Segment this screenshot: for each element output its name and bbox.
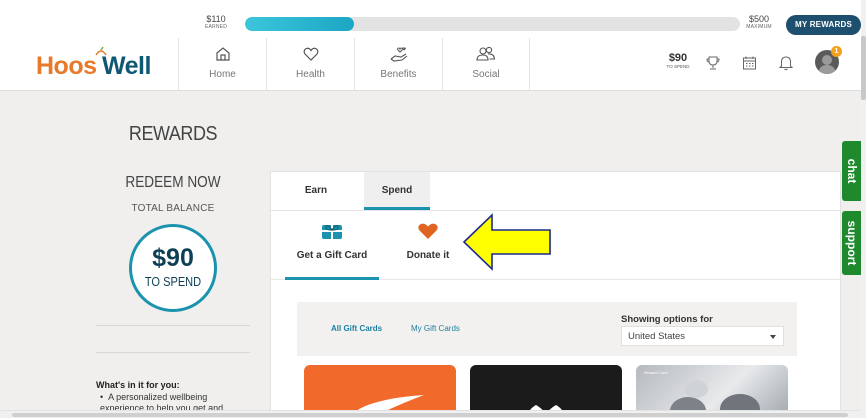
showing-options-label: Showing options for [621,314,713,325]
tab-my-gift-cards[interactable]: My Gift Cards [411,324,460,333]
total-balance-label: TOTAL BALANCE [131,203,215,214]
nav-benefits-label: Benefits [380,69,417,80]
country-select-value: United States [628,331,686,342]
chat-side-tab[interactable]: chat [842,141,862,201]
earn-spend-tabs: Earn Spend [271,172,840,211]
redeem-now-heading: REDEEM NOW [125,174,221,191]
nav-health-label: Health [296,69,325,80]
earned-value: $110 [206,14,226,24]
get-gift-card-option[interactable]: Get a Gift Card [285,222,379,280]
tab-spend[interactable]: Spend [364,172,430,210]
heart-icon [303,47,318,61]
nav-home[interactable]: Home [178,38,266,90]
divider [96,325,250,326]
nav-health[interactable]: Health [266,38,354,90]
support-side-tab[interactable]: support [842,211,862,275]
divider [96,352,250,353]
rewards-progress-fill [245,17,354,31]
balance-label: TO SPEND [144,274,202,289]
rewards-progress-bar [245,17,740,31]
annotation-arrow-icon [462,213,551,271]
gift-card-filter: All Gift Cards My Gift Cards Showing opt… [297,302,797,356]
spend-options: Get a Gift Card Donate it [271,212,840,280]
horizontal-scrollbar[interactable] [0,410,861,418]
trophy-icon[interactable] [706,55,720,71]
horizontal-scrollbar-thumb[interactable] [12,413,848,417]
vertical-scrollbar[interactable] [861,0,866,418]
top-bar: $110 EARNED $500 MAXIMUM MY REWARDS Hoos… [0,0,866,91]
earned-amount: $110 EARNED [196,15,236,30]
rewards-heading: REWARDS [128,123,218,145]
people-icon [476,46,496,61]
tab-all-gift-cards[interactable]: All Gift Cards [331,324,382,333]
donate-option[interactable]: Donate it [397,222,459,261]
gift-card-icon [322,224,342,239]
reward-card-tag: Reward Card [644,370,668,375]
heart-icon [418,223,438,239]
chevron-down-icon [770,335,776,339]
hooswell-logo[interactable]: Hoos Well [36,44,166,84]
calendar-icon[interactable] [742,55,757,71]
my-rewards-button[interactable]: MY REWARDS [786,15,861,35]
logo-text-hoos: Hoos [36,52,97,80]
spend-chip-amount: $90 [668,52,688,64]
bell-icon[interactable] [779,55,793,71]
nav-benefits[interactable]: Benefits [354,38,442,90]
tab-earn[interactable]: Earn [287,185,345,196]
get-gift-card-label: Get a Gift Card [296,250,368,261]
logo-text-well: Well [102,52,151,80]
balance-amount: $90 [152,244,194,272]
support-tab-label: support [845,220,859,266]
maximum-value: $500 [748,14,770,24]
balance-circle: $90 TO SPEND [129,224,217,312]
nav-social-label: Social [472,69,500,80]
vertical-scrollbar-thumb[interactable] [861,36,866,100]
whats-in-it-heading: What's in it for you: [96,380,180,390]
notification-badge: 1 [831,46,842,57]
chat-tab-label: chat [845,158,859,184]
nav-social[interactable]: Social [442,38,530,90]
donate-label: Donate it [406,250,450,261]
nav-home-label: Home [209,69,236,80]
rewards-card: Earn Spend Get a Gift Card Donate it All… [270,171,841,418]
hand-hearts-icon [390,47,407,62]
country-select[interactable]: United States [621,326,784,346]
earned-label: EARNED [204,24,228,30]
maximum-amount: $500 MAXIMUM [742,15,776,30]
spend-chip-label: TO SPEND [666,64,690,69]
maximum-label: MAXIMUM [746,24,772,30]
spend-balance-chip[interactable]: $90 TO SPEND [664,53,692,70]
home-icon [215,47,230,61]
